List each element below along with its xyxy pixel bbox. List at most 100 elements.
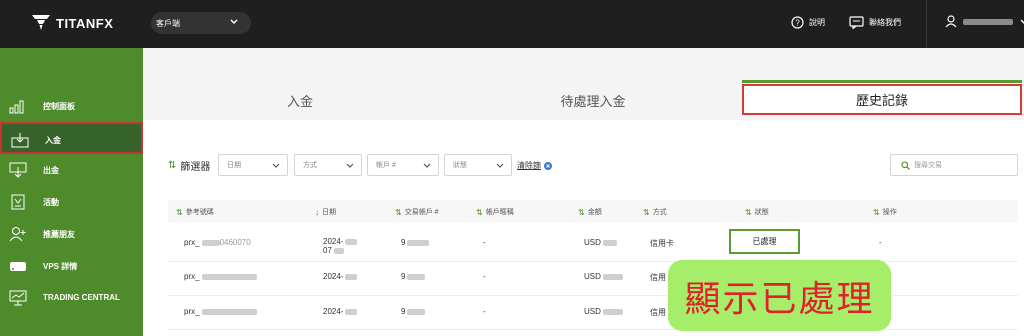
sidebar-item-label: 出金 — [43, 166, 59, 175]
row-date: 2024- — [323, 272, 358, 281]
status-badge: 已處理 — [752, 237, 777, 246]
tab-pending-deposit[interactable]: 待處理入金 — [453, 85, 733, 115]
row-nickname: - — [483, 307, 486, 316]
column-header-amount[interactable]: ⇅ 金額 — [578, 207, 602, 217]
sort-icon: ⇅ — [476, 207, 483, 217]
sidebar-item-promotions[interactable]: 活動 — [0, 186, 143, 218]
sort-icon: ⇅ — [873, 207, 880, 217]
sort-icon: ⇅ — [643, 207, 650, 217]
tab-deposit[interactable]: 入金 — [160, 85, 440, 115]
close-icon — [544, 161, 552, 170]
column-header-status[interactable]: ⇅ 狀態 — [745, 207, 769, 217]
tab-history[interactable]: 歷史記錄 — [742, 84, 1022, 115]
sidebar-item-vps[interactable]: VPS 詳情 — [0, 250, 143, 282]
chevron-down-icon — [230, 19, 238, 24]
sidebar-item-label: 控制面板 — [43, 102, 75, 111]
sort-down-icon: ↓ — [315, 207, 319, 217]
column-header-action[interactable]: ⇅ 操作 — [873, 207, 897, 217]
filter-account-select[interactable]: 帳戶 # — [367, 154, 439, 176]
sidebar-item-trading-central[interactable]: TRADING CENTRAL — [0, 282, 143, 314]
filter-label: ⇅ 篩選器 — [168, 160, 211, 173]
chat-icon — [849, 16, 864, 29]
sidebar-item-label: TRADING CENTRAL — [43, 293, 120, 302]
filter-method-value: 方式 — [303, 162, 317, 169]
sort-icon: ⇅ — [395, 207, 402, 217]
sort-icon: ⇅ — [745, 207, 752, 217]
tab-label: 歷史記錄 — [855, 93, 908, 108]
contact-label: 聯絡我們 — [869, 18, 901, 27]
help-icon: ? — [791, 16, 804, 29]
client-select[interactable]: 客戶端 — [151, 12, 251, 34]
row-ref: prx_ 0460070 — [184, 238, 251, 247]
top-divider — [926, 0, 927, 48]
sidebar-item-label: VPS 詳情 — [43, 262, 78, 271]
row-amount: USD — [584, 238, 617, 247]
row-method: 信用 — [650, 273, 666, 282]
user-name-redacted — [963, 18, 1013, 25]
user-menu[interactable] — [945, 15, 1024, 28]
filter-date-value: 日期 — [227, 162, 241, 169]
help-label: 說明 — [809, 18, 825, 27]
filter-status-select[interactable]: 狀態 — [444, 154, 512, 176]
sort-icon: ⇅ — [176, 207, 183, 217]
row-method: 信用 — [650, 308, 666, 317]
row-ref: prx_ — [184, 307, 257, 316]
sidebar-item-withdraw[interactable]: 出金 — [0, 154, 143, 186]
filter-method-select[interactable]: 方式 — [294, 154, 362, 176]
tab-label: 待處理入金 — [560, 93, 626, 109]
vps-icon — [10, 262, 26, 271]
clear-filter-link[interactable]: 清除篩 — [517, 160, 552, 171]
status-processed-highlight: 已處理 — [729, 229, 800, 254]
annotation-callout: 顯示已處理 — [668, 260, 891, 331]
chevron-down-icon — [272, 163, 280, 168]
withdraw-icon — [9, 162, 27, 178]
search-icon — [901, 160, 910, 170]
column-header-date[interactable]: ↓ 日期 — [315, 207, 336, 217]
chevron-down-icon — [1020, 19, 1024, 24]
brand-name: TITANFX — [56, 15, 114, 31]
row-nickname: - — [483, 238, 486, 247]
row-amount: USD — [584, 272, 623, 281]
user-icon — [945, 15, 957, 28]
contact-link[interactable]: 聯絡我們 — [849, 16, 901, 29]
filter-status-value: 狀態 — [453, 162, 467, 169]
row-date: 2024- 07 — [323, 237, 358, 255]
row-method: 信用卡 — [650, 239, 674, 248]
callout-text: 顯示已處理 — [684, 277, 875, 319]
sidebar-item-deposit[interactable]: 入金 — [0, 122, 143, 154]
brand-logo[interactable]: TITANFX — [32, 15, 113, 31]
column-header-account[interactable]: ⇅ 交易帳戶 # — [395, 207, 439, 217]
chevron-down-icon — [496, 163, 504, 168]
search-input[interactable]: 搜尋交易 — [890, 154, 1018, 176]
search-placeholder: 搜尋交易 — [914, 162, 942, 169]
sidebar-item-label: 推薦朋友 — [43, 230, 75, 239]
sidebar-item-label: 入金 — [45, 136, 61, 145]
column-header-nickname[interactable]: ⇅ 帳戶暱稱 — [476, 207, 514, 217]
chart-bars-icon — [9, 100, 24, 114]
svg-text:?: ? — [795, 19, 800, 28]
row-amount: USD — [584, 307, 623, 316]
row-account: 9 — [401, 272, 426, 281]
row-account: 9 — [401, 238, 430, 247]
row-account: 9 — [401, 307, 426, 316]
titanfx-logo-icon — [32, 15, 50, 30]
trading-central-icon — [9, 290, 27, 306]
chevron-down-icon — [423, 163, 431, 168]
tab-active-indicator — [742, 80, 1022, 83]
row-nickname: - — [483, 272, 486, 281]
sidebar-item-refer-friend[interactable]: 推薦朋友 — [0, 218, 143, 250]
row-action[interactable]: - — [879, 238, 882, 247]
sort-icon: ⇅ — [578, 207, 585, 217]
row-date: 2024- — [323, 307, 358, 316]
column-header-method[interactable]: ⇅ 方式 — [643, 207, 667, 217]
filter-icon: ⇅ — [168, 160, 177, 171]
client-select-value: 客戶端 — [156, 18, 180, 28]
filter-account-value: 帳戶 # — [376, 162, 396, 169]
help-link[interactable]: ? 說明 — [791, 16, 825, 29]
column-header-ref[interactable]: ⇅ 參考號碼 — [176, 207, 214, 217]
row-ref: prx_ — [184, 272, 257, 281]
sidebar-item-dashboard[interactable]: 控制面板 — [0, 90, 143, 122]
filter-date-select[interactable]: 日期 — [218, 154, 288, 176]
sidebar-item-label: 活動 — [43, 198, 59, 207]
deposit-icon — [11, 133, 29, 148]
